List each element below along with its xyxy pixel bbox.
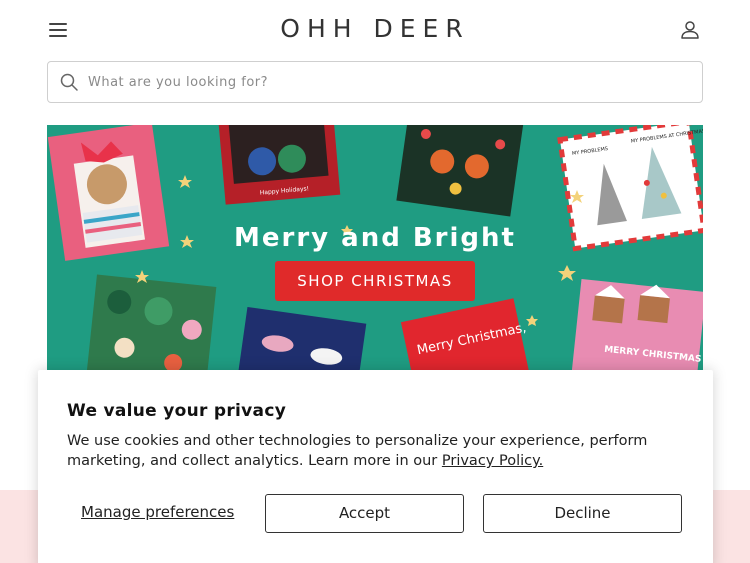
manage-preferences-link[interactable]: Manage preferences [81,503,234,521]
accept-button[interactable]: Accept [265,494,464,533]
hero-banner[interactable]: Happy Holidays! MY PROBLEMS MY PROBLEMS … [47,125,703,375]
cookie-title: We value your privacy [67,401,287,421]
shop-christmas-button[interactable]: SHOP CHRISTMAS [275,261,475,301]
privacy-policy-link[interactable]: Privacy Policy. [442,453,543,469]
hero-title: Merry and Bright [234,223,516,253]
search-input[interactable] [88,62,688,102]
cookie-body: We use cookies and other technologies to… [67,431,687,471]
user-account-icon[interactable] [678,18,702,42]
search-icon[interactable] [59,72,79,92]
site-header: OHH DEER [0,0,750,60]
cookie-body-text: We use cookies and other technologies to… [67,433,648,469]
cookie-consent-banner: We value your privacy We use cookies and… [38,370,713,563]
site-logo[interactable]: OHH DEER [0,14,750,43]
decline-button[interactable]: Decline [483,494,682,533]
search-bar [47,61,703,103]
